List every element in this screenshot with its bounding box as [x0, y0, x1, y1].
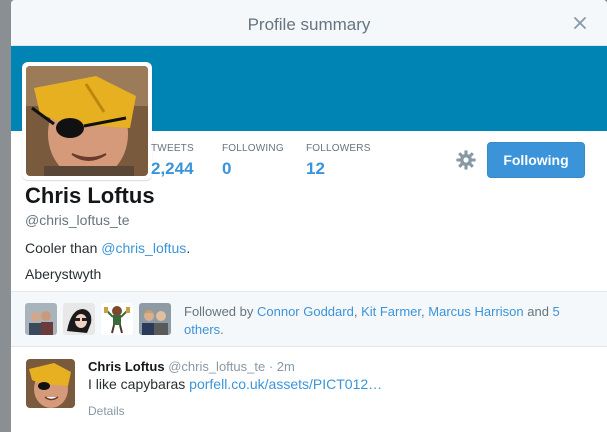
- followed-by-text: Followed by Connor Goddard, Kit Farmer, …: [184, 303, 584, 339]
- stat-label: FOLLOWING: [222, 143, 284, 154]
- modal-title: Profile summary: [247, 15, 371, 34]
- profile-photo: [26, 66, 148, 176]
- stat-value: 0: [222, 159, 232, 178]
- profile-bio: Cooler than @chris_loftus.: [25, 240, 190, 256]
- follower-link[interactable]: Connor Goddard: [257, 304, 354, 319]
- modal-header: Profile summary: [11, 0, 607, 46]
- tweet-text: I like capybaras porfell.co.uk/assets/PI…: [88, 376, 382, 392]
- followed-by-prefix: Followed by: [184, 304, 257, 319]
- tweet-separator: ·: [265, 359, 277, 374]
- tweet-avatar[interactable]: [26, 359, 75, 408]
- follower-avatar[interactable]: [139, 303, 171, 335]
- tweet-time[interactable]: 2m: [277, 359, 295, 374]
- stat-following[interactable]: FOLLOWING 0: [222, 143, 284, 179]
- bio-suffix: .: [186, 240, 191, 256]
- following-button[interactable]: Following: [487, 142, 585, 178]
- tweet-body: I like capybaras: [88, 376, 190, 392]
- stat-followers[interactable]: FOLLOWERS 12: [306, 143, 371, 179]
- period: .: [220, 322, 224, 337]
- profile-location: Aberystwyth: [25, 266, 102, 282]
- stat-value: 2,244: [151, 159, 194, 178]
- bio-text: Cooler than: [25, 240, 102, 256]
- follower-link[interactable]: Kit Farmer: [361, 304, 421, 319]
- stat-label: TWEETS: [151, 143, 194, 154]
- tweet-author-name[interactable]: Chris Loftus: [88, 359, 165, 374]
- profile-summary-modal: Profile summary TWEETS 2,244 FOLLOWING 0…: [11, 0, 607, 432]
- bio-mention-link[interactable]: @chris_loftus: [101, 240, 186, 256]
- follower-avatar[interactable]: [63, 303, 95, 335]
- tweet-link[interactable]: porfell.co.uk/assets/PICT012…: [189, 376, 382, 392]
- profile-screen-name[interactable]: @chris_loftus_te: [25, 212, 129, 228]
- tweet-details-link[interactable]: Details: [88, 404, 125, 418]
- stat-tweets[interactable]: TWEETS 2,244: [151, 143, 194, 179]
- close-icon[interactable]: [573, 16, 587, 30]
- follower-avatar[interactable]: [101, 303, 133, 335]
- followed-by-section: Followed by Connor Goddard, Kit Farmer, …: [11, 291, 607, 347]
- stat-label: FOLLOWERS: [306, 143, 371, 154]
- follower-avatar[interactable]: [25, 303, 57, 335]
- follower-link[interactable]: Marcus Harrison: [428, 304, 523, 319]
- separator: ,: [353, 304, 362, 319]
- profile-name[interactable]: Chris Loftus: [25, 183, 155, 209]
- gear-icon[interactable]: [455, 149, 477, 171]
- tweet-header: Chris Loftus @chris_loftus_te · 2m: [88, 359, 295, 374]
- profile-avatar[interactable]: [22, 62, 152, 180]
- tweet-screen-name[interactable]: @chris_loftus_te: [168, 359, 265, 374]
- and-text: and: [523, 304, 553, 319]
- stat-value: 12: [306, 159, 325, 178]
